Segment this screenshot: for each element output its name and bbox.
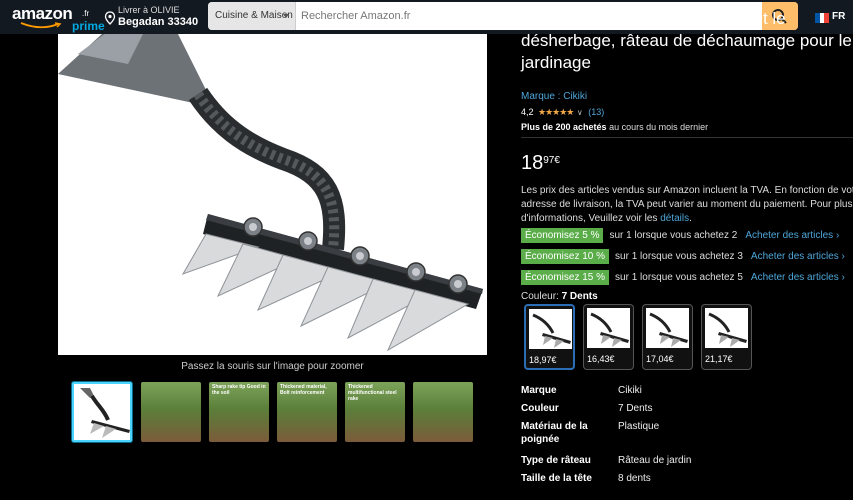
savings-badge: Économisez 15 %	[521, 270, 610, 285]
deliver-label: Livrer à OLIVIE	[118, 5, 180, 15]
savings-badge: Économisez 10 %	[521, 249, 610, 264]
logo-text: amazon	[12, 4, 73, 23]
color-label-text: Couleur:	[521, 291, 562, 302]
thumbnail-5[interactable]: Thickened multifunctional steel rake	[345, 382, 405, 442]
chevron-down-icon: ∨	[576, 108, 583, 117]
spec-value: Plastique	[618, 421, 660, 432]
rake-thumbnail-icon	[80, 388, 130, 438]
logo-tld: .fr	[82, 9, 90, 18]
promotion-row: Économisez 5 % sur 1 lorsque vous achete…	[521, 228, 839, 243]
rating-summary[interactable]: 4,2 ★★★★★ ∨ (13)	[521, 107, 604, 119]
product-details-panel: râteau en fer pour le jardinage et le dé…	[521, 9, 853, 500]
promotion-row: Économisez 15 % sur 1 lorsque vous achet…	[521, 270, 845, 285]
tax-notice-line-3: d'informations, Veuillez voir les détail…	[521, 212, 853, 226]
rake-thumbnail-icon	[590, 312, 629, 347]
spec-key: Couleur	[521, 403, 559, 414]
price: 1897€	[521, 152, 560, 175]
spec-value: Cikiki	[618, 385, 642, 396]
spec-value: 8 dents	[618, 473, 651, 484]
promotion-condition: sur 1 lorsque vous achetez 2	[609, 230, 738, 241]
bought-count: Plus de 200 achetés au cours du mois der…	[521, 122, 708, 132]
swatch-image	[705, 308, 748, 348]
thumbnail-1[interactable]	[72, 382, 132, 442]
color-swatch[interactable]: 16,43€	[583, 304, 634, 370]
savings-badge: Économisez 5 %	[521, 228, 604, 243]
thumbnail-strip: Sharp rake tip Good in the soil Thickene…	[72, 382, 473, 444]
zoom-hint: Passez la souris sur l'image pour zoomer	[181, 361, 364, 372]
spec-value: 7 Dents	[618, 403, 653, 414]
thumbnail-4[interactable]: Thickened material, Bolt reinforcement	[277, 382, 337, 442]
swatch-image	[529, 309, 572, 349]
buy-items-link[interactable]: Acheter des articles ›	[745, 230, 839, 241]
logo-prime: prime	[72, 19, 105, 33]
color-value: 7 Dents	[561, 291, 598, 302]
tax-notice-line-2: adresse de livraison, la TVA peut varier…	[521, 199, 853, 210]
color-swatch[interactable]: 17,04€	[642, 304, 693, 370]
buy-items-link[interactable]: Acheter des articles ›	[751, 272, 845, 283]
product-title-line-1: râteau en fer pour le jardinage et le	[521, 9, 786, 28]
rake-thumbnail-icon	[649, 312, 688, 347]
color-swatch-selected[interactable]: 18,97€	[524, 304, 575, 370]
amazon-smile-icon	[20, 22, 62, 29]
star-rating-icon: ★★★★★	[538, 107, 574, 117]
tax-notice-line-1: Les prix des articles vendus sur Amazon …	[521, 185, 853, 196]
search-category-dropdown[interactable]: Cuisine & Maison	[208, 2, 296, 30]
swatch-price: 21,17€	[705, 354, 733, 364]
location-pin-icon	[104, 11, 116, 25]
bought-count-bold: Plus de 200 achetés	[521, 122, 607, 132]
thumbnail-6[interactable]	[413, 382, 473, 442]
thumbnail-3-caption: Sharp rake tip Good in the soil	[212, 384, 266, 396]
product-main-image[interactable]	[58, 34, 487, 355]
promotion-row: Économisez 10 % sur 1 lorsque vous achet…	[521, 249, 845, 264]
price-fraction: 97	[543, 155, 555, 166]
spec-key: Type de râteau	[521, 455, 591, 466]
thumbnail-5-caption: Thickened multifunctional steel rake	[348, 384, 397, 402]
swatch-price: 16,43€	[587, 354, 615, 364]
divider	[521, 137, 853, 138]
color-label: Couleur: 7 Dents	[521, 291, 598, 302]
rake-image	[58, 34, 483, 352]
product-title-line-3: jardinage	[521, 53, 591, 72]
spec-key: Marque	[521, 385, 557, 396]
rake-thumbnail-icon	[708, 312, 747, 347]
swatch-price: 17,04€	[646, 354, 674, 364]
swatch-price: 18,97€	[529, 355, 557, 365]
thumbnail-3[interactable]: Sharp rake tip Good in the soil	[209, 382, 269, 442]
chevron-down-icon	[283, 14, 289, 18]
price-whole: 18	[521, 152, 544, 174]
rating-count[interactable]: (13)	[588, 107, 604, 117]
tax-notice: Les prix des articles vendus sur Amazon …	[521, 184, 853, 226]
search-category-label: Cuisine & Maison	[215, 10, 293, 21]
bought-count-rest: au cours du mois dernier	[606, 122, 709, 132]
color-swatch[interactable]: 21,17€	[701, 304, 752, 370]
swatch-image	[646, 308, 689, 348]
rake-thumbnail-icon	[532, 313, 571, 348]
deliver-location: Begadan 33340	[118, 16, 199, 28]
spec-key: Taille de la tête	[521, 473, 592, 484]
promotion-condition: sur 1 lorsque vous achetez 5	[615, 272, 743, 283]
tax-notice-line-3-text: d'informations, Veuillez voir les	[521, 213, 661, 224]
promotion-condition: sur 1 lorsque vous achetez 3	[615, 251, 743, 262]
spec-key: Matériau de la poignée	[521, 421, 588, 445]
thumbnail-4-caption: Thickened material, Bolt reinforcement	[280, 384, 327, 396]
product-title-line-2: désherbage, râteau de déchaumage pour le	[521, 31, 852, 50]
spec-value: Râteau de jardin	[618, 455, 692, 466]
amazon-prime-logo[interactable]: amazon .fr prime	[12, 4, 105, 33]
rating-value: 4,2	[521, 107, 534, 117]
product-title: râteau en fer pour le jardinage et le dé…	[521, 9, 853, 74]
buy-items-link[interactable]: Acheter des articles ›	[751, 251, 845, 262]
brand-link[interactable]: Marque : Cikiki	[521, 91, 587, 102]
deliver-to-location[interactable]: Livrer à OLIVIE Begadan 33340	[104, 3, 202, 31]
tax-notice-end: .	[689, 213, 692, 224]
swatch-image	[587, 308, 630, 348]
price-currency: €	[554, 155, 560, 166]
tax-details-link[interactable]: détails	[660, 213, 689, 224]
thumbnail-2[interactable]	[141, 382, 201, 442]
